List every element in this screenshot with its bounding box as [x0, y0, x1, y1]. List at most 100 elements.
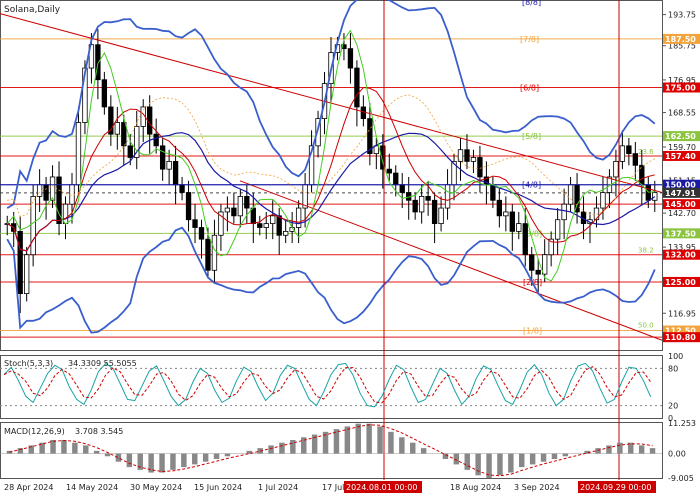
candle-body: [347, 48, 354, 69]
x-tick-label: 2024.08.01 00:00: [346, 483, 417, 492]
candle-body: [75, 122, 82, 186]
y-tick-label: 116.95: [668, 309, 696, 318]
macd-scale-label: -9.005: [668, 474, 694, 483]
fib-label: 23.6: [638, 148, 654, 156]
candle-body: [567, 184, 574, 205]
candle-body: [438, 207, 444, 225]
price-level-label: 137.50: [665, 229, 696, 238]
candle-body: [244, 195, 250, 209]
x-tick-label: 15 Jun 2024: [194, 483, 242, 492]
candle-body: [470, 157, 477, 162]
candle-body: [276, 215, 282, 236]
candle-body: [542, 254, 548, 275]
x-tick-label: 1 Jul 2024: [258, 483, 298, 492]
candle-body: [535, 269, 541, 275]
stochastic-scale-label: 100: [668, 352, 683, 361]
candle-body: [198, 227, 205, 240]
candle-body: [522, 223, 528, 256]
price-level-label: 132.00: [665, 251, 696, 260]
chart-title: Solana,Daily: [4, 5, 61, 15]
candle-body: [283, 230, 289, 236]
murrey-label: [7/8]: [520, 35, 539, 44]
fib-label: 38.2: [638, 247, 654, 255]
candle-body: [503, 211, 509, 217]
candle-body: [412, 199, 418, 213]
candle-body: [386, 168, 392, 174]
stochastic-scale-label: 80: [668, 364, 678, 373]
murrey-label: [1/8]: [523, 327, 542, 336]
candle-body: [431, 199, 438, 225]
price-level-label: 125.00: [665, 278, 696, 287]
fib-label: 50.0: [638, 321, 654, 329]
x-tick-label: 17 Jul: [322, 483, 344, 492]
y-tick-label: 142.70: [668, 209, 696, 218]
y-tick-label: 193.75: [668, 11, 696, 20]
candle-body: [613, 160, 619, 178]
macd-label: MACD(12,26,9): [4, 427, 65, 436]
stochastic-scale-label: 20: [668, 402, 678, 411]
candle-body: [231, 207, 237, 217]
candle-body: [464, 149, 470, 162]
macd-values: 3.708 3.545: [75, 427, 123, 436]
candle-body: [529, 254, 535, 271]
candle-body: [17, 230, 23, 295]
candle-body: [490, 184, 496, 201]
y-tick-label: 159.70: [668, 143, 696, 152]
price-level-label: 162.50: [665, 132, 696, 141]
candle-body: [652, 192, 658, 201]
candle-body: [496, 199, 503, 217]
candle-body: [509, 211, 515, 232]
murrey-label: [5/8]: [522, 132, 541, 141]
macd-scale-label: 0.00: [668, 450, 686, 459]
candle-body: [192, 219, 198, 228]
price-level-label: 110.80: [665, 333, 696, 342]
x-axis: 28 Apr 2024 14 May 2024 30 May 2024 15 Jun …: [4, 481, 656, 493]
x-tick-label: 18 Aug 2024: [450, 483, 501, 492]
candle-body: [237, 195, 244, 217]
price-level-label: 145.00: [665, 200, 696, 209]
candle-body: [632, 153, 639, 166]
candle-body: [166, 160, 172, 170]
candle-body: [62, 203, 69, 225]
price-level-label: 147.91: [665, 189, 696, 198]
candle-body: [444, 184, 451, 209]
candle-body: [114, 122, 120, 135]
x-tick-label: 28 Apr 2024: [4, 483, 53, 492]
candle-body: [561, 203, 567, 221]
candle-body: [30, 195, 36, 256]
y-tick-label: 168.55: [668, 109, 696, 118]
murrey-label: [8/8]: [522, 0, 541, 7]
candle-body: [418, 195, 425, 213]
candle-body: [172, 160, 179, 186]
candle-body: [354, 67, 360, 108]
candle-body: [619, 145, 626, 162]
candle-body: [360, 106, 367, 120]
candle-body: [257, 223, 263, 228]
candle-body: [626, 145, 632, 155]
candle-body: [250, 207, 256, 225]
candle-body: [270, 215, 276, 225]
price-level-label: 175.00: [665, 84, 696, 93]
macd-scale-label: 11.253: [668, 419, 696, 428]
candle-body: [516, 223, 522, 232]
x-tick-label: 30 May 2024: [130, 483, 182, 492]
candle-body: [600, 192, 606, 209]
stochastic-label: Stoch(5,3,3): [4, 359, 53, 368]
candle-body: [101, 79, 108, 108]
candle-body: [263, 223, 269, 228]
candle-body: [153, 133, 159, 147]
candle-body: [159, 145, 166, 170]
candle-body: [205, 238, 211, 271]
murrey-label: [6/8]: [520, 84, 539, 93]
stochastic-values: 34.3309 55.5055: [68, 359, 137, 368]
chart-window: 193.75185.75176.95168.55159.70151.15142.…: [0, 0, 700, 500]
candle-body: [399, 184, 405, 193]
candle-body: [477, 157, 483, 178]
candle-body: [127, 145, 133, 158]
price-level-label: 187.50: [665, 35, 696, 44]
candle-body: [185, 192, 192, 221]
chart-canvas: 193.75185.75176.95168.55159.70151.15142.…: [0, 0, 700, 500]
x-tick-label: 3 Sep 2024: [514, 483, 560, 492]
x-tick-label: 2024.09.29 00:00: [580, 483, 651, 492]
candle-body: [179, 184, 185, 193]
